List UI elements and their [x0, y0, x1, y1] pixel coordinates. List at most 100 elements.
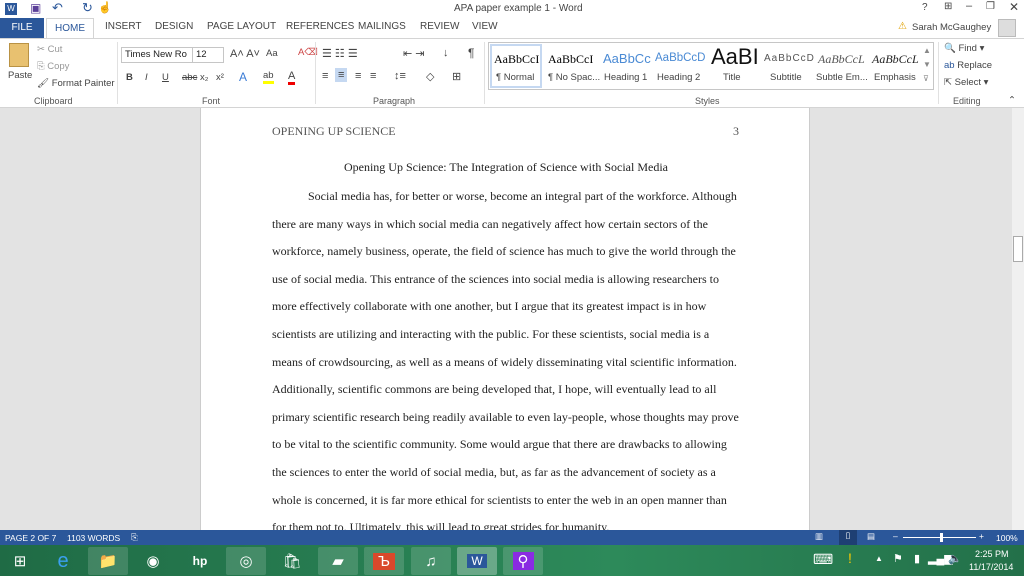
read-mode-icon[interactable]: ▥: [815, 531, 823, 542]
justify-icon[interactable]: ≡: [370, 70, 376, 82]
zoom-slider-thumb[interactable]: [940, 533, 943, 542]
align-left-icon[interactable]: ≡: [322, 70, 328, 82]
select-button[interactable]: ⇱ Select ▾: [944, 77, 988, 88]
volume-icon[interactable]: 🔈: [948, 552, 962, 565]
paste-button[interactable]: Paste: [8, 70, 32, 81]
bold-button[interactable]: B: [126, 72, 133, 83]
tab-insert[interactable]: INSERT: [105, 21, 142, 32]
start-icon[interactable]: ⊞: [0, 547, 40, 575]
format-painter-button[interactable]: 🖌 Format Painter: [37, 78, 115, 89]
superscript-button[interactable]: x²: [216, 72, 224, 83]
search-icon[interactable]: ⚲: [503, 547, 543, 575]
user-name[interactable]: Sarah McGaughey: [912, 22, 991, 33]
webcam-icon[interactable]: ◉: [133, 547, 173, 575]
divider: [484, 42, 485, 104]
zoom-in-button[interactable]: +: [979, 531, 984, 541]
subscript-button[interactable]: x₂: [200, 72, 208, 83]
cut-button[interactable]: ✂ Cut: [37, 44, 62, 55]
vertical-scrollbar[interactable]: [1012, 108, 1024, 530]
keyboard-icon[interactable]: ⌨: [813, 551, 833, 568]
word-taskbar-icon[interactable]: W: [457, 547, 497, 575]
tab-home[interactable]: HOME: [46, 18, 94, 39]
flag-icon[interactable]: ⚑: [893, 552, 903, 565]
highlight-icon[interactable]: ab: [263, 70, 274, 84]
tab-page-layout[interactable]: PAGE LAYOUT: [207, 21, 276, 32]
tab-design[interactable]: DESIGN: [155, 21, 193, 32]
sort-icon[interactable]: ↓: [443, 47, 449, 59]
itunes-icon[interactable]: ♫: [411, 547, 451, 575]
tab-references[interactable]: REFERENCES: [286, 21, 354, 32]
tab-mailings[interactable]: MAILINGS: [358, 21, 406, 32]
tab-review[interactable]: REVIEW: [420, 21, 459, 32]
replace-button[interactable]: ab Replace: [944, 60, 992, 71]
text-effects-icon[interactable]: A: [239, 70, 247, 84]
font-color-icon[interactable]: A: [288, 70, 295, 85]
ribbon-tabs: FILE HOME INSERT DESIGN PAGE LAYOUT REFE…: [0, 18, 1024, 38]
restore-button[interactable]: ❐: [986, 1, 995, 12]
align-right-icon[interactable]: ≡: [355, 70, 361, 82]
tab-file[interactable]: FILE: [0, 18, 44, 38]
style-label[interactable]: Emphasis: [874, 72, 916, 83]
bullets-icon[interactable]: ☰ ☷ ☰: [322, 47, 358, 60]
zoom-level[interactable]: 100%: [996, 533, 1018, 543]
style-preview: AaBbCcI: [548, 52, 593, 67]
close-button[interactable]: ✕: [1009, 0, 1019, 14]
hp-icon[interactable]: hp: [180, 547, 220, 575]
show-hidden-icon[interactable]: ▲: [875, 554, 883, 563]
style-label[interactable]: ¶ Normal: [496, 72, 534, 83]
redo-icon[interactable]: ↻: [82, 0, 93, 16]
print-layout-icon[interactable]: ▯: [839, 530, 857, 545]
font-size-select[interactable]: 12: [192, 47, 224, 63]
clock-date[interactable]: 11/17/2014: [969, 562, 1013, 572]
clock-time[interactable]: 2:25 PM: [975, 549, 1009, 559]
alert-icon[interactable]: !: [848, 550, 852, 566]
find-button[interactable]: 🔍 Find ▾: [944, 43, 984, 54]
copy-label: Copy: [47, 61, 69, 72]
borders-icon[interactable]: ⊞: [452, 70, 461, 83]
sticky-notes-icon[interactable]: ▰: [318, 547, 358, 575]
zoom-out-button[interactable]: –: [893, 531, 898, 541]
help-button[interactable]: ?: [922, 2, 928, 13]
file-explorer-icon[interactable]: 📁: [88, 547, 128, 575]
word-count[interactable]: 1103 WORDS: [67, 533, 120, 543]
undo-icon[interactable]: ↶: [52, 0, 63, 16]
style-label[interactable]: ¶ No Spac...: [548, 72, 600, 83]
shading-icon[interactable]: ◇: [426, 70, 434, 83]
copy-button[interactable]: ⎘ Copy: [37, 61, 69, 72]
ribbon-display-icon[interactable]: ⊞: [944, 1, 952, 12]
underline-button[interactable]: U: [162, 72, 169, 83]
collapse-ribbon-icon[interactable]: ⌃: [1008, 95, 1016, 106]
save-icon[interactable]: ▣: [30, 1, 41, 15]
italic-button[interactable]: I: [145, 72, 148, 83]
style-label[interactable]: Heading 1: [604, 72, 647, 83]
touch-mode-icon[interactable]: ☝: [98, 1, 112, 14]
styles-scroll-icon[interactable]: ▲▼⊽: [923, 44, 931, 86]
acrobat-icon[interactable]: Ъ: [364, 547, 404, 575]
battery-icon[interactable]: ▮: [914, 552, 920, 565]
grow-font-icon[interactable]: A˄ A˅: [230, 48, 260, 60]
strikethrough-button[interactable]: abc: [182, 72, 197, 83]
page[interactable]: OPENING UP SCIENCE 3 Opening Up Science:…: [200, 108, 810, 530]
line-spacing-icon[interactable]: ↕≡: [394, 70, 406, 82]
minimize-button[interactable]: –: [966, 0, 972, 12]
show-marks-icon[interactable]: ¶: [468, 46, 474, 60]
font-name-select[interactable]: Times New Ro: [121, 47, 193, 63]
editing-group-label: Editing: [953, 96, 981, 106]
proofing-icon[interactable]: ⎘: [131, 532, 138, 543]
avatar[interactable]: [998, 19, 1016, 37]
web-layout-icon[interactable]: ▤: [867, 531, 875, 542]
change-case-button[interactable]: Aa: [266, 48, 278, 59]
align-center-icon[interactable]: ≡: [335, 68, 347, 82]
style-label[interactable]: Heading 2: [657, 72, 700, 83]
paste-icon[interactable]: [9, 43, 29, 67]
scroll-thumb[interactable]: [1013, 236, 1023, 262]
store-icon[interactable]: 🛍: [272, 547, 312, 575]
style-label[interactable]: Subtitle: [770, 72, 802, 83]
style-label[interactable]: Title: [723, 72, 741, 83]
tab-view[interactable]: VIEW: [472, 21, 498, 32]
indent-icon[interactable]: ⇤ ⇥: [403, 47, 425, 60]
page-count[interactable]: PAGE 2 OF 7: [5, 533, 56, 543]
internet-explorer-icon[interactable]: e: [43, 547, 83, 575]
style-label[interactable]: Subtle Em...: [816, 72, 868, 83]
chrome-icon[interactable]: ◎: [226, 547, 266, 575]
